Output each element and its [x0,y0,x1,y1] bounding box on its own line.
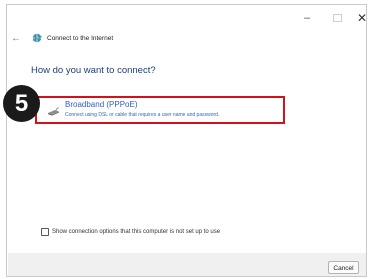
option-title: Broadband (PPPoE) [65,100,138,109]
close-button[interactable]: ✕ [352,11,366,25]
network-icon [32,33,42,43]
broadband-icon [48,107,60,116]
cancel-button[interactable]: Cancel [328,261,359,274]
footer-bar: Cancel [8,253,366,276]
broadband-pppoe-option[interactable]: Broadband (PPPoE) Connect using DSL or c… [35,96,285,124]
connect-wizard-window: – ✕ ← Connect to the Internet How do you… [6,4,367,277]
page-heading: How do you want to connect? [31,65,156,76]
wizard-title: Connect to the Internet [47,34,114,42]
nav-bar: ← Connect to the Internet [11,31,113,45]
minimize-button[interactable]: – [297,11,317,25]
show-options-checkbox[interactable] [41,228,49,236]
maximize-button[interactable] [327,11,347,25]
step-number-badge: 5 [3,85,40,122]
back-button[interactable]: ← [11,33,23,44]
show-options-checkbox-row[interactable]: Show connection options that this comput… [41,228,220,236]
maximize-icon [332,14,342,23]
checkbox-label: Show connection options that this comput… [52,229,221,235]
option-description: Connect using DSL or cable that requires… [65,112,220,118]
